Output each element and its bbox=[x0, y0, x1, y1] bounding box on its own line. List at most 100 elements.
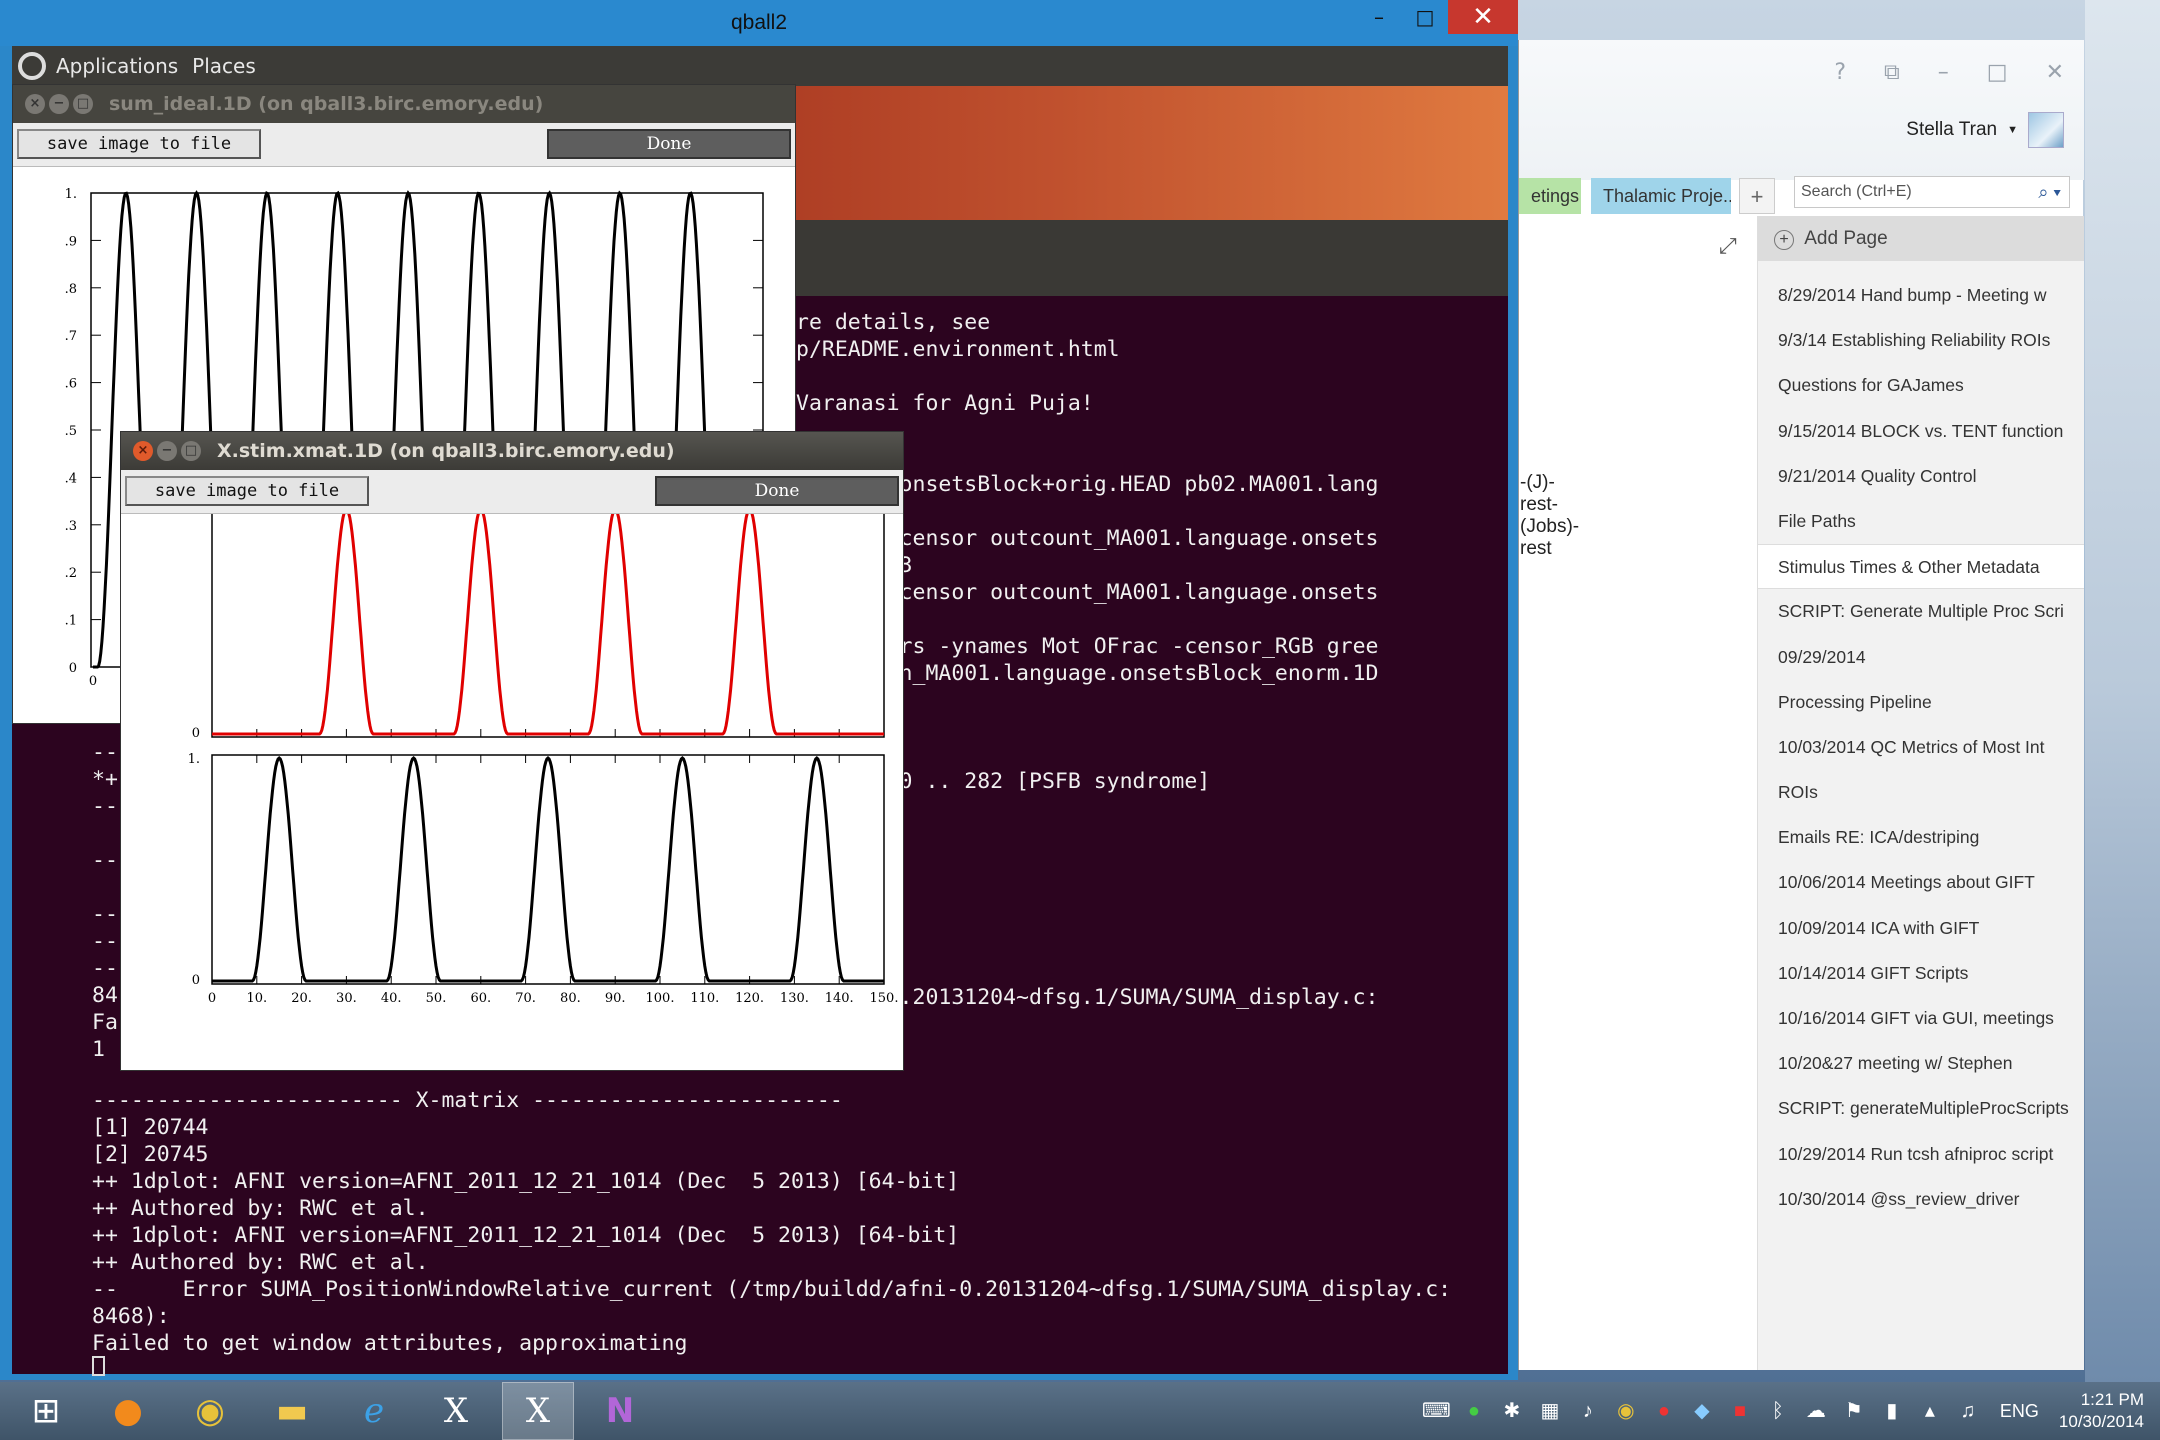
tick-label: 80. bbox=[560, 991, 581, 1006]
done-button[interactable]: Done bbox=[655, 476, 899, 506]
page-list-item[interactable]: 10/20&27 meeting w/ Stephen bbox=[1758, 1041, 2084, 1086]
plot-frame bbox=[211, 754, 885, 985]
clock[interactable]: 1:21 PM 10/30/2014 bbox=[2059, 1389, 2144, 1433]
restore-ribbon-icon[interactable]: ⧉ bbox=[1884, 60, 1900, 85]
terminal-line: -- Error SUMA_PositionWindowRelative_cur… bbox=[92, 1277, 1452, 1302]
page-list-item[interactable]: 9/15/2014 BLOCK vs. TENT function bbox=[1758, 409, 2084, 454]
expand-icon[interactable]: ⤢ bbox=[1719, 234, 1737, 259]
page-list-item[interactable]: Emails RE: ICA/destriping bbox=[1758, 815, 2084, 860]
start-icon[interactable]: ⊞ bbox=[10, 1382, 82, 1440]
terminal-line: *+ bbox=[92, 767, 118, 792]
search-input[interactable]: Search (Ctrl+E) ⌕ ▾ bbox=[1794, 176, 2070, 208]
page-list: 8/29/2014 Hand bump - Meeting w 9/3/14 Es… bbox=[1758, 261, 2084, 1222]
network-tool-icon[interactable]: ✱ bbox=[1498, 1397, 1526, 1425]
tick-label: 140. bbox=[825, 991, 854, 1006]
security-tray-icon[interactable]: ● bbox=[1650, 1397, 1678, 1425]
page-list-item[interactable]: 9/3/14 Establishing Reliability ROIs bbox=[1758, 318, 2084, 363]
terminal-line: -- bbox=[92, 929, 118, 954]
minimize-icon[interactable]: − bbox=[49, 94, 69, 114]
user-account[interactable]: Stella Tran ▼ bbox=[1906, 112, 2064, 148]
minimize-icon[interactable]: − bbox=[157, 441, 177, 461]
save-image-button[interactable]: save image to file bbox=[125, 476, 369, 506]
x-window-icon[interactable]: X bbox=[502, 1382, 574, 1440]
page-list-item[interactable]: 10/03/2014 QC Metrics of Most Int bbox=[1758, 725, 2084, 770]
ubuntu-logo-icon[interactable] bbox=[18, 52, 46, 80]
add-section-button[interactable]: + bbox=[1739, 178, 1775, 214]
page-list-item[interactable]: 8/29/2014 Hand bump - Meeting w bbox=[1758, 273, 2084, 318]
tab-thalamic-project[interactable]: Thalamic Proje... bbox=[1591, 178, 1731, 214]
firefox-icon[interactable]: ● bbox=[92, 1382, 164, 1440]
terminal-line: [2] 20745 bbox=[92, 1142, 209, 1167]
page-list-item[interactable]: File Paths bbox=[1758, 499, 2084, 544]
page-list-item[interactable]: 9/21/2014 Quality Control bbox=[1758, 454, 2084, 499]
close-icon[interactable]: ✕ bbox=[2046, 60, 2064, 85]
maximize-icon[interactable]: □ bbox=[1402, 0, 1448, 34]
terminal-line: p/README.environment.html bbox=[796, 337, 1120, 362]
help-icon[interactable]: ? bbox=[1834, 60, 1846, 85]
page-list-item[interactable]: 09/29/2014 bbox=[1758, 635, 2084, 680]
page-list-item[interactable]: Processing Pipeline bbox=[1758, 680, 2084, 725]
page-list-item[interactable]: 10/16/2014 GIFT via GUI, meetings bbox=[1758, 996, 2084, 1041]
tick-label: .3 bbox=[65, 519, 77, 534]
page-list-item[interactable]: SCRIPT: Generate Multiple Proc Scri bbox=[1758, 589, 2084, 634]
page-list-item[interactable]: SCRIPT: generateMultipleProcScripts bbox=[1758, 1086, 2084, 1131]
notification-bell-icon[interactable]: ♪ bbox=[1574, 1397, 1602, 1425]
chrome-tray-icon[interactable]: ◉ bbox=[1612, 1397, 1640, 1425]
antivirus-icon[interactable]: ■ bbox=[1726, 1397, 1754, 1425]
shield-icon[interactable]: ● bbox=[1460, 1397, 1488, 1425]
search-icon[interactable]: ⌕ ▾ bbox=[2038, 177, 2061, 207]
x-server-icon[interactable]: X bbox=[420, 1382, 492, 1440]
menu-places[interactable]: Places bbox=[192, 46, 256, 86]
tab-meetings[interactable]: etings bbox=[1519, 178, 1581, 214]
onenote-window-controls: ? ⧉ – □ ✕ bbox=[1834, 60, 2064, 85]
onedrive-icon[interactable]: ☁ bbox=[1802, 1397, 1830, 1425]
maximize-icon[interactable]: □ bbox=[73, 94, 93, 114]
wifi-icon[interactable]: ▴ bbox=[1916, 1397, 1944, 1425]
language-indicator[interactable]: ENG bbox=[2000, 1401, 2039, 1422]
close-icon[interactable]: × bbox=[133, 441, 153, 461]
page-list-item[interactable]: Stimulus Times & Other Metadata bbox=[1758, 544, 2084, 590]
terminal-line: Varanasi for Agni Puja! bbox=[796, 391, 1094, 416]
tick-label: 0 bbox=[208, 991, 216, 1006]
terminal-line: ++ 1dplot: AFNI version=AFNI_2011_12_21_… bbox=[92, 1223, 960, 1248]
minimize-icon[interactable]: – bbox=[1938, 60, 1949, 85]
onenote-icon[interactable]: N bbox=[584, 1382, 656, 1440]
tick-label: 50. bbox=[426, 991, 447, 1006]
page-list-item[interactable]: 10/09/2014 ICA with GIFT bbox=[1758, 906, 2084, 951]
chrome-icon[interactable]: ◉ bbox=[174, 1382, 246, 1440]
page-list-item[interactable]: 10/14/2014 GIFT Scripts bbox=[1758, 951, 2084, 996]
plot-window-titlebar: × − □ X.stim.xmat.1D (on qball3.birc.emo… bbox=[121, 432, 903, 470]
page-list-item[interactable]: 10/29/2014 Run tcsh afniproc script bbox=[1758, 1132, 2084, 1177]
keyboard-icon[interactable]: ⌨ bbox=[1422, 1397, 1451, 1425]
page-list-item[interactable]: 10/30/2014 @ss_review_driver bbox=[1758, 1177, 2084, 1222]
battery-icon[interactable]: ▮ bbox=[1878, 1397, 1906, 1425]
minimize-icon[interactable]: – bbox=[1356, 0, 1402, 34]
add-page-button[interactable]: + Add Page bbox=[1758, 216, 2084, 261]
bluetooth-icon[interactable]: ᛒ bbox=[1764, 1397, 1792, 1425]
plot-frame bbox=[211, 514, 885, 738]
app-tray-icon[interactable]: ▦ bbox=[1536, 1397, 1564, 1425]
volume-icon[interactable]: ♫ bbox=[1954, 1397, 1982, 1425]
page-list-item[interactable]: Questions for GAJames bbox=[1758, 363, 2084, 408]
onenote-body: ⤢ + Add Page 8/29/2014 Hand bump - Meeti… bbox=[1519, 216, 2084, 1370]
save-image-button[interactable]: save image to file bbox=[17, 129, 261, 159]
terminal-line: ++ Authored by: RWC et al. bbox=[92, 1196, 429, 1221]
menu-applications[interactable]: Applications bbox=[56, 46, 178, 86]
file-explorer-icon[interactable]: ▬ bbox=[256, 1382, 328, 1440]
maximize-icon[interactable]: □ bbox=[181, 441, 201, 461]
plot-toolbar: save image to file Done bbox=[121, 470, 903, 514]
internet-explorer-icon[interactable]: e bbox=[338, 1382, 410, 1440]
close-icon[interactable]: ✕ bbox=[1448, 0, 1518, 34]
done-button[interactable]: Done bbox=[547, 129, 791, 159]
close-icon[interactable]: × bbox=[25, 94, 45, 114]
xmat-plot: 1.01.0010.20.30.40.50.60.70.80.90.100.11… bbox=[188, 514, 898, 1006]
page-list-item[interactable]: 10/06/2014 Meetings about GIFT bbox=[1758, 860, 2084, 905]
page-list-item[interactable]: ROIs bbox=[1758, 770, 2084, 815]
flag-icon[interactable]: ⚑ bbox=[1840, 1397, 1868, 1425]
tick-label: 1. bbox=[188, 752, 200, 767]
dropbox-icon[interactable]: ◆ bbox=[1688, 1397, 1716, 1425]
terminal-line: -- bbox=[92, 794, 118, 819]
maximize-icon[interactable]: □ bbox=[1987, 60, 2008, 85]
tick-label: .7 bbox=[65, 329, 77, 344]
tick-label: .5 bbox=[65, 424, 77, 439]
